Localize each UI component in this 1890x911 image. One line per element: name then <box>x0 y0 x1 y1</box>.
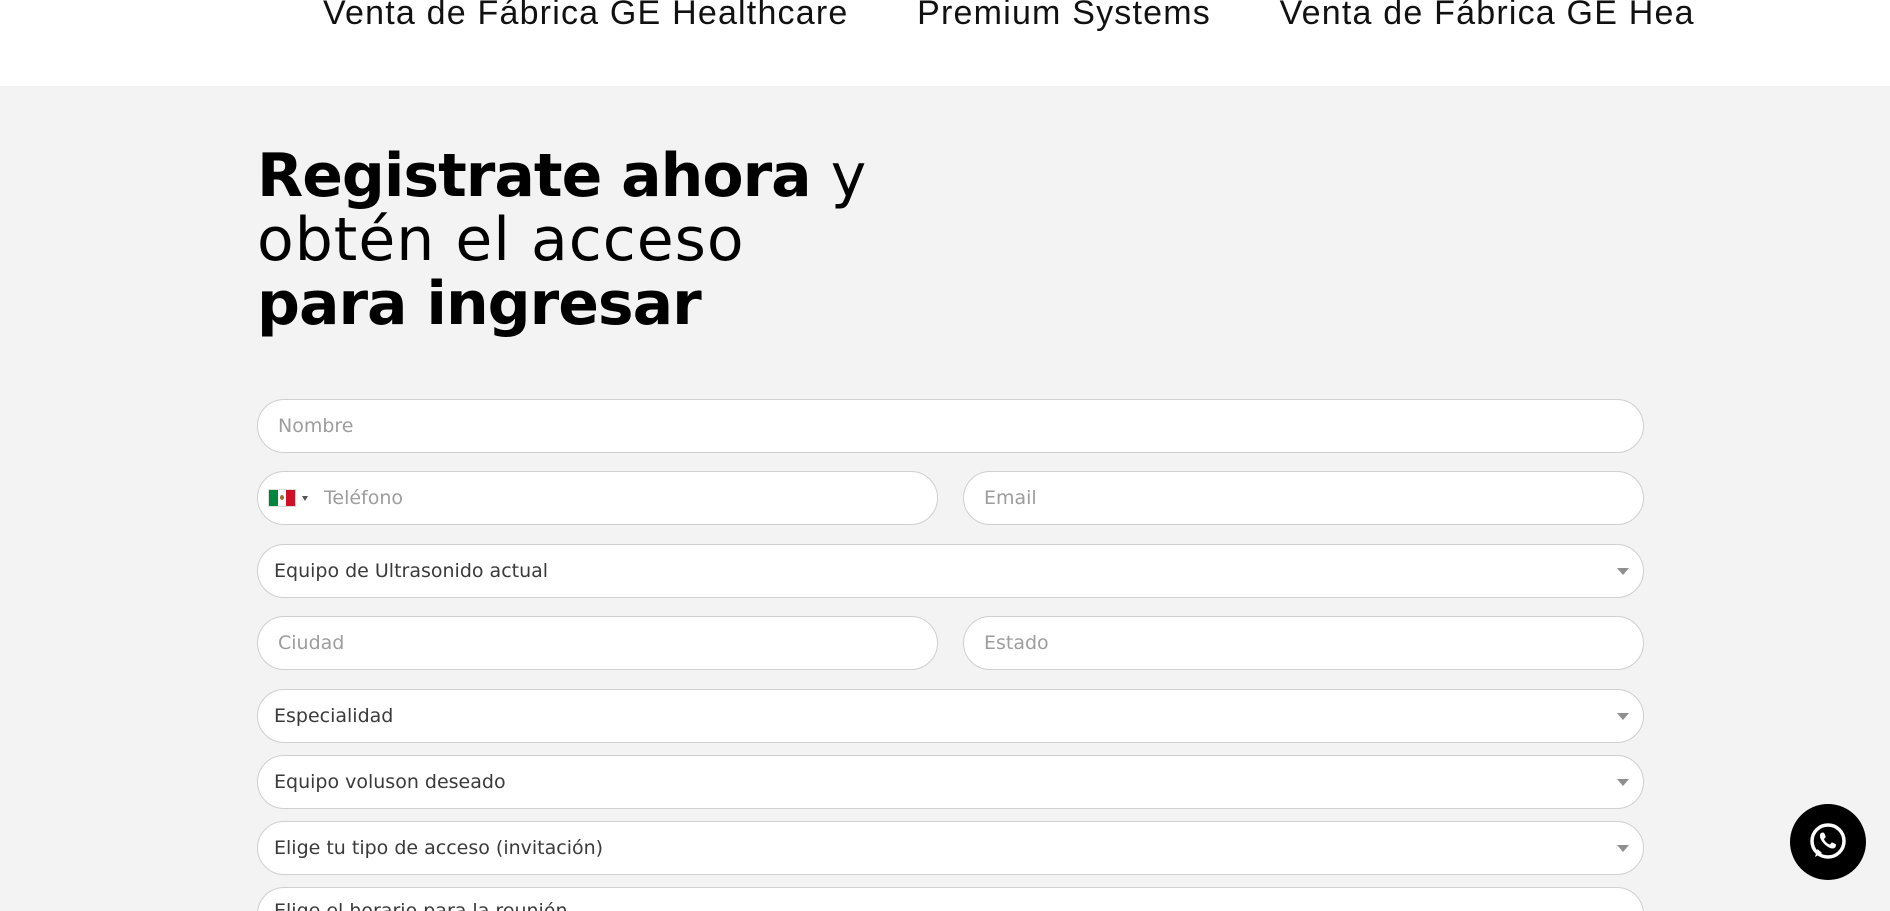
equipo-deseado-select[interactable]: Equipo voluson deseado <box>257 755 1644 809</box>
tipo-acceso-select[interactable]: Elige tu tipo de acceso (invitación) <box>257 821 1644 875</box>
ciudad-field[interactable] <box>257 616 938 670</box>
country-dropdown-caret-icon <box>302 495 308 501</box>
whatsapp-icon <box>1810 823 1846 859</box>
horario-label: Elige el horario para la reunión <box>274 900 568 911</box>
chevron-down-icon <box>1617 712 1629 720</box>
nombre-input[interactable] <box>276 414 1625 438</box>
chevron-down-icon <box>1617 567 1629 575</box>
telefono-field[interactable] <box>257 471 938 525</box>
email-field[interactable] <box>963 471 1644 525</box>
headline-line-3: para ingresar <box>257 269 702 339</box>
especialidad-select[interactable]: Especialidad <box>257 689 1644 743</box>
equipo-actual-label: Equipo de Ultrasonido actual <box>274 560 549 582</box>
chevron-down-icon <box>1617 844 1629 852</box>
tipo-acceso-label: Elige tu tipo de acceso (invitación) <box>274 837 604 859</box>
marquee-item: Venta de Fábrica GE Hea <box>1279 0 1695 32</box>
marquee-item: Venta de Fábrica GE Healthcare <box>323 0 849 32</box>
headline-line-1: Registrate ahora y <box>257 144 1157 208</box>
registration-page: Venta de Fábrica GE Healthcare Premium S… <box>0 0 1890 911</box>
equipo-actual-select[interactable]: Equipo de Ultrasonido actual <box>257 544 1644 598</box>
marquee-banner: Venta de Fábrica GE Healthcare Premium S… <box>0 0 1890 86</box>
headline-bold: Registrate ahora <box>257 141 812 211</box>
marquee-track: Venta de Fábrica GE Healthcare Premium S… <box>323 0 1753 33</box>
telefono-input[interactable] <box>322 486 919 510</box>
nombre-field[interactable] <box>257 399 1644 453</box>
horario-select[interactable]: Elige el horario para la reunión <box>257 887 1644 911</box>
equipo-deseado-label: Equipo voluson deseado <box>274 771 506 793</box>
headline-line-2: obtén el acceso <box>257 205 745 275</box>
headline-light: y <box>810 141 868 211</box>
especialidad-label: Especialidad <box>274 705 394 727</box>
whatsapp-button[interactable] <box>1790 804 1866 880</box>
page-headline: Registrate ahora y obtén el acceso para … <box>257 144 1157 336</box>
ciudad-input[interactable] <box>276 631 919 655</box>
country-selector[interactable] <box>268 489 308 507</box>
chevron-down-icon <box>1617 778 1629 786</box>
mexico-flag-icon <box>268 489 296 507</box>
marquee-item: Premium Systems <box>917 0 1211 32</box>
estado-input[interactable] <box>982 631 1625 655</box>
estado-field[interactable] <box>963 616 1644 670</box>
email-input[interactable] <box>982 486 1625 510</box>
